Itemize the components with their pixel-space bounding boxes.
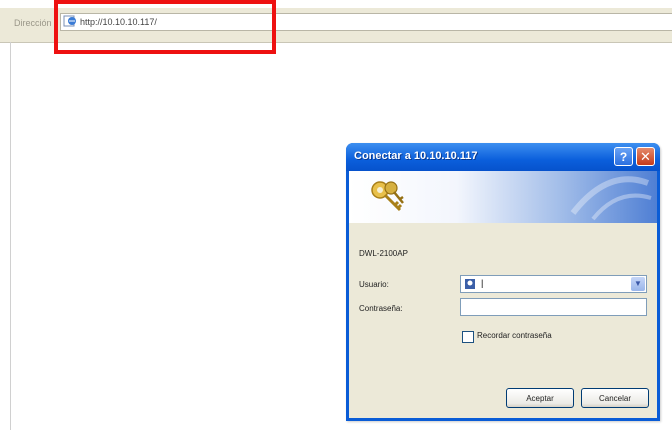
ok-button[interactable]: Aceptar bbox=[506, 388, 574, 408]
page-left-border bbox=[10, 42, 11, 430]
username-combobox[interactable]: | ▼ bbox=[460, 275, 647, 293]
keys-icon bbox=[371, 181, 404, 212]
password-field[interactable] bbox=[460, 298, 647, 316]
realm-text: DWL-2100AP bbox=[359, 249, 408, 258]
dialog-body: DWL-2100AP Usuario: | ▼ Contraseña: Reco… bbox=[349, 171, 657, 418]
red-highlight-box bbox=[54, 0, 276, 54]
dialog-banner bbox=[349, 171, 657, 223]
dialog-title-bar[interactable]: Conectar a 10.10.10.117 ? ✕ bbox=[346, 143, 660, 171]
banner-decoration bbox=[570, 176, 652, 221]
username-value: | bbox=[481, 278, 484, 288]
password-label: Contraseña: bbox=[359, 304, 403, 313]
close-button[interactable]: ✕ bbox=[636, 147, 655, 166]
dialog-title: Conectar a 10.10.10.117 bbox=[354, 150, 478, 162]
browser-window: Dirección http://10.10.10.117/ Conectar … bbox=[0, 0, 672, 430]
help-button[interactable]: ? bbox=[614, 147, 633, 166]
address-label: Dirección bbox=[14, 18, 52, 28]
user-icon bbox=[465, 279, 475, 289]
remember-password-checkbox[interactable] bbox=[462, 331, 474, 343]
chevron-down-icon[interactable]: ▼ bbox=[631, 277, 645, 291]
login-dialog: Conectar a 10.10.10.117 ? ✕ DWL-2100AP U… bbox=[346, 143, 660, 421]
username-label: Usuario: bbox=[359, 280, 389, 289]
cancel-button[interactable]: Cancelar bbox=[581, 388, 649, 408]
remember-password-label[interactable]: Recordar contraseña bbox=[477, 331, 552, 340]
